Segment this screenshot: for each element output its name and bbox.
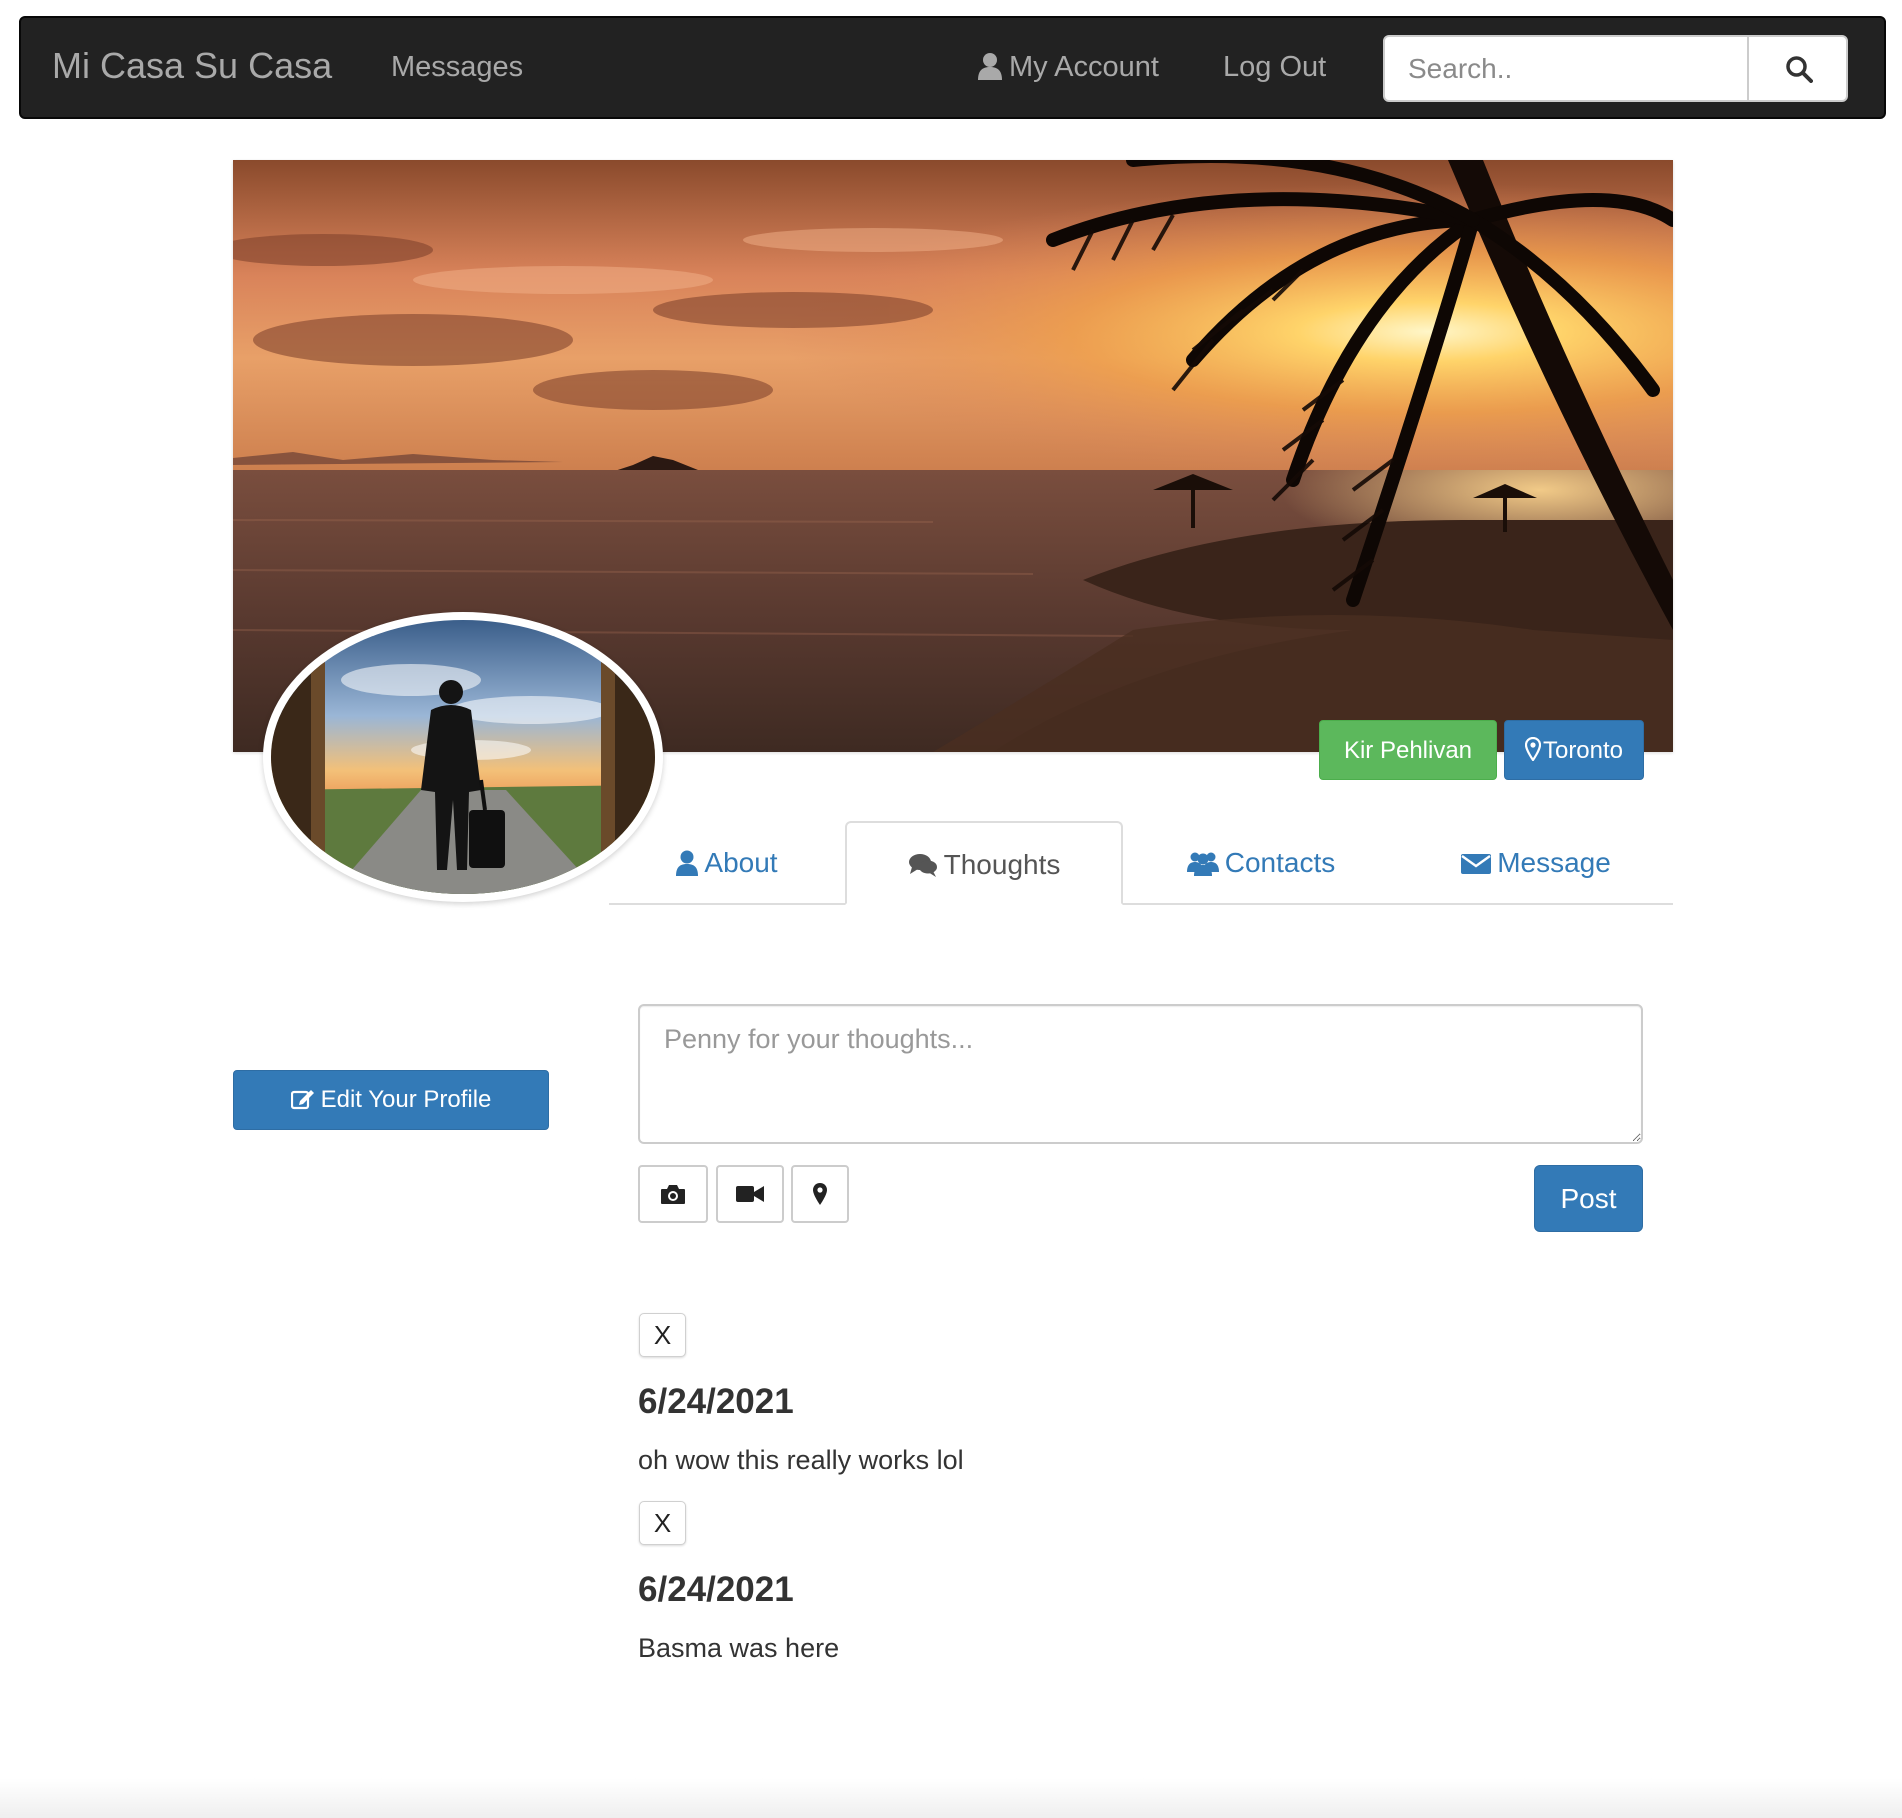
delete-post-button[interactable]: X [639,1313,686,1357]
add-video-button[interactable] [716,1165,784,1223]
tab-thoughts-label: Thoughts [943,849,1061,880]
search-input[interactable] [1385,37,1747,100]
tab-message[interactable]: Message [1399,821,1673,905]
tab-contacts[interactable]: Contacts [1123,821,1399,905]
post-text: Basma was here [638,1633,840,1663]
thought-textarea[interactable] [638,1004,1643,1144]
tab-message-label: Message [1497,847,1611,878]
post-button[interactable]: Post [1534,1165,1643,1232]
brand-link[interactable]: Mi Casa Su Casa [52,46,332,86]
profile-tabs: About Thoughts Contacts Message [609,821,1673,905]
video-icon [736,1186,764,1202]
tab-contacts-label: Contacts [1224,847,1336,878]
profile-name-button[interactable]: Kir Pehlivan [1319,720,1497,780]
post-date: 6/24/2021 [638,1382,794,1421]
map-marker-icon [1524,736,1542,762]
page-bottom-shadow [0,1778,1902,1818]
profile-location-label: Toronto [1542,737,1624,764]
tab-about[interactable]: About [609,821,845,905]
search-icon [1785,55,1813,83]
user-icon [676,850,699,876]
add-photo-button[interactable] [638,1165,708,1223]
add-location-button[interactable] [791,1165,849,1223]
profile-avatar[interactable] [263,612,663,902]
tab-thoughts[interactable]: Thoughts [845,821,1123,905]
delete-post-button[interactable]: X [639,1501,686,1545]
edit-profile-label: Edit Your Profile [320,1086,492,1113]
nav-messages-link[interactable]: Messages [391,50,523,84]
user-icon [978,53,1002,80]
nav-my-account-link[interactable]: My Account [977,50,1159,84]
top-navbar: Mi Casa Su Casa Messages My Account Log … [19,16,1886,119]
post-date: 6/24/2021 [638,1570,794,1609]
profile-location-button[interactable]: Toronto [1504,720,1644,780]
edit-icon [290,1090,314,1110]
map-marker-icon [813,1183,827,1205]
post-text: oh wow this really works lol [638,1445,964,1475]
comments-icon [908,854,937,877]
envelope-icon [1461,854,1492,874]
search-button[interactable] [1747,37,1846,100]
camera-icon [661,1185,685,1204]
edit-profile-button[interactable]: Edit Your Profile [233,1070,549,1130]
tab-about-label: About [704,847,778,878]
search-form [1383,35,1848,102]
nav-logout-link[interactable]: Log Out [1223,50,1326,84]
users-icon [1186,852,1219,876]
my-account-label: My Account [1009,51,1159,83]
